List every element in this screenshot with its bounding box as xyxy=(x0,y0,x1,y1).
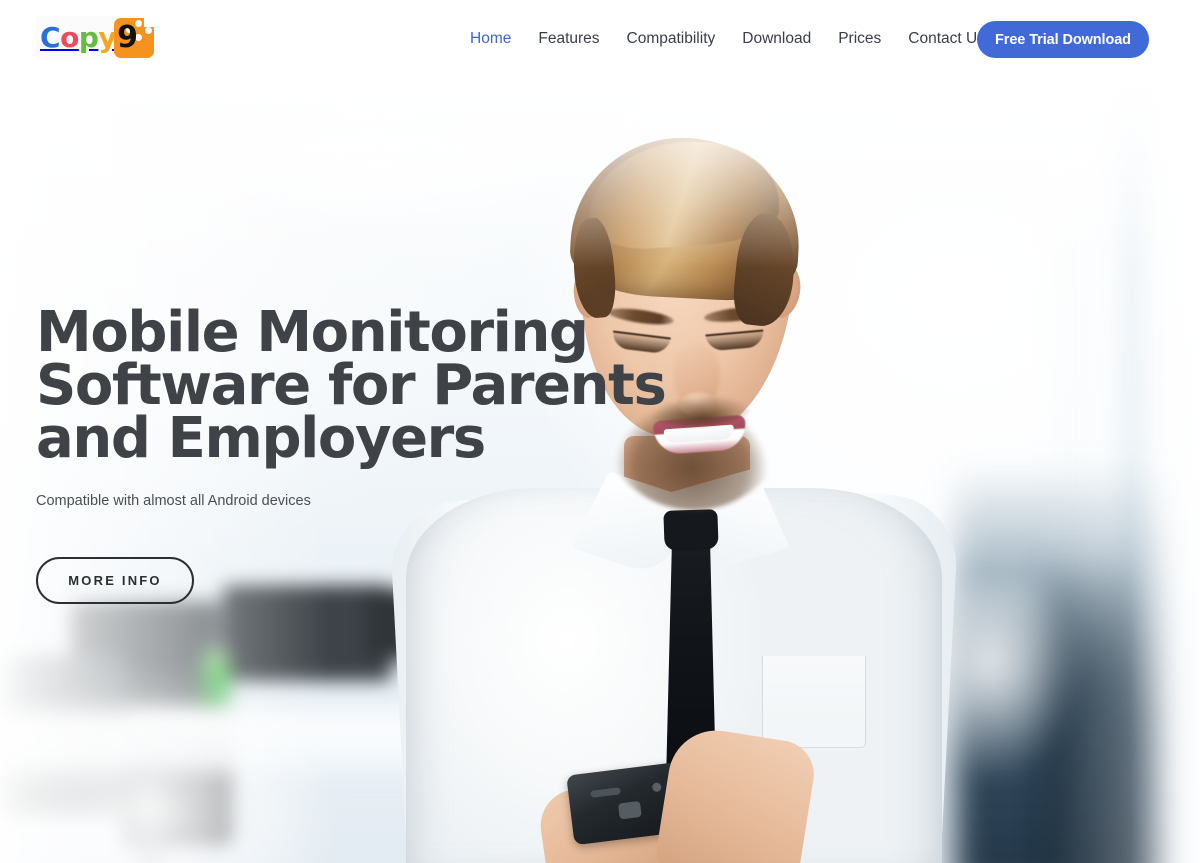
logo-letter-p: p xyxy=(78,21,99,54)
site-logo[interactable]: Copy 9 xyxy=(36,16,155,60)
main-navigation: Home Features Compatibility Download Pri… xyxy=(470,28,985,50)
nav-item-download[interactable]: Download xyxy=(742,28,838,50)
hero-subtitle: Compatible with almost all Android devic… xyxy=(36,493,311,509)
more-info-button[interactable]: MORE INFO xyxy=(36,557,194,604)
logo-badge-notch xyxy=(144,18,155,27)
hero-content: Mobile Monitoring Software for Parents a… xyxy=(36,300,676,604)
phone-camera xyxy=(651,782,662,793)
site-header: Copy 9 Home Features Compatibility Downl… xyxy=(0,0,1200,78)
nav-item-features[interactable]: Features xyxy=(538,28,626,50)
left-haze xyxy=(0,663,340,863)
logo-letter-c: C xyxy=(40,21,61,54)
nav-item-prices[interactable]: Prices xyxy=(838,28,908,50)
logo-letter-o: o xyxy=(60,21,79,54)
logo-badge-icon: 9 xyxy=(114,18,155,58)
logo-wordmark: Copy xyxy=(40,21,117,54)
hero-section: Mobile Monitoring Software for Parents a… xyxy=(0,78,1200,863)
page-root: Copy 9 Home Features Compatibility Downl… xyxy=(0,0,1200,863)
nav-item-contact-us[interactable]: Contact Us xyxy=(908,28,985,50)
nav-item-compatibility[interactable]: Compatibility xyxy=(627,28,743,50)
nav-item-home[interactable]: Home xyxy=(470,28,538,50)
phone-speaker xyxy=(590,787,621,798)
window-column-edge xyxy=(1172,78,1188,863)
hero-title: Mobile Monitoring Software for Parents a… xyxy=(36,300,667,471)
free-trial-download-button[interactable]: Free Trial Download xyxy=(977,21,1149,58)
logo-badge-number: 9 xyxy=(117,20,138,55)
phone-home-button xyxy=(617,800,642,820)
shirt-pocket xyxy=(762,656,866,748)
logo-badge-dot-right xyxy=(145,27,153,34)
